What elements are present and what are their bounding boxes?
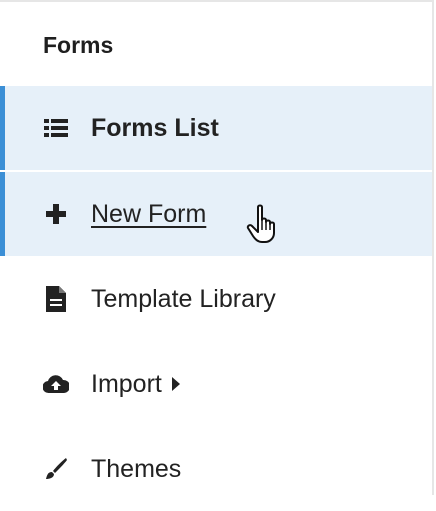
forms-menu-panel: Forms Forms List New Form Template Libra…: [0, 0, 434, 495]
menu-item-template-library[interactable]: Template Library: [0, 257, 432, 341]
menu-item-import[interactable]: Import: [0, 342, 432, 426]
active-indicator: [0, 86, 5, 170]
cloud-upload-icon: [43, 371, 69, 397]
submenu-caret-icon: [171, 377, 180, 391]
menu-item-label: Import: [91, 369, 162, 398]
menu-title: Forms: [43, 31, 114, 58]
hand-cursor-icon: [246, 204, 275, 243]
active-indicator: [0, 172, 5, 256]
brush-icon: [43, 456, 69, 482]
document-icon: [43, 286, 69, 312]
menu-item-label: Template Library: [91, 284, 276, 313]
plus-icon: [43, 201, 69, 227]
menu-item-label: Themes: [91, 454, 182, 483]
menu-item-forms-list[interactable]: Forms List: [0, 86, 432, 170]
menu-item-themes[interactable]: Themes: [0, 427, 432, 511]
menu-item-label: New Form: [91, 199, 207, 228]
menu-item-label: Forms List: [91, 113, 219, 142]
list-icon: [43, 115, 69, 141]
menu-item-new-form[interactable]: New Form: [0, 172, 432, 256]
